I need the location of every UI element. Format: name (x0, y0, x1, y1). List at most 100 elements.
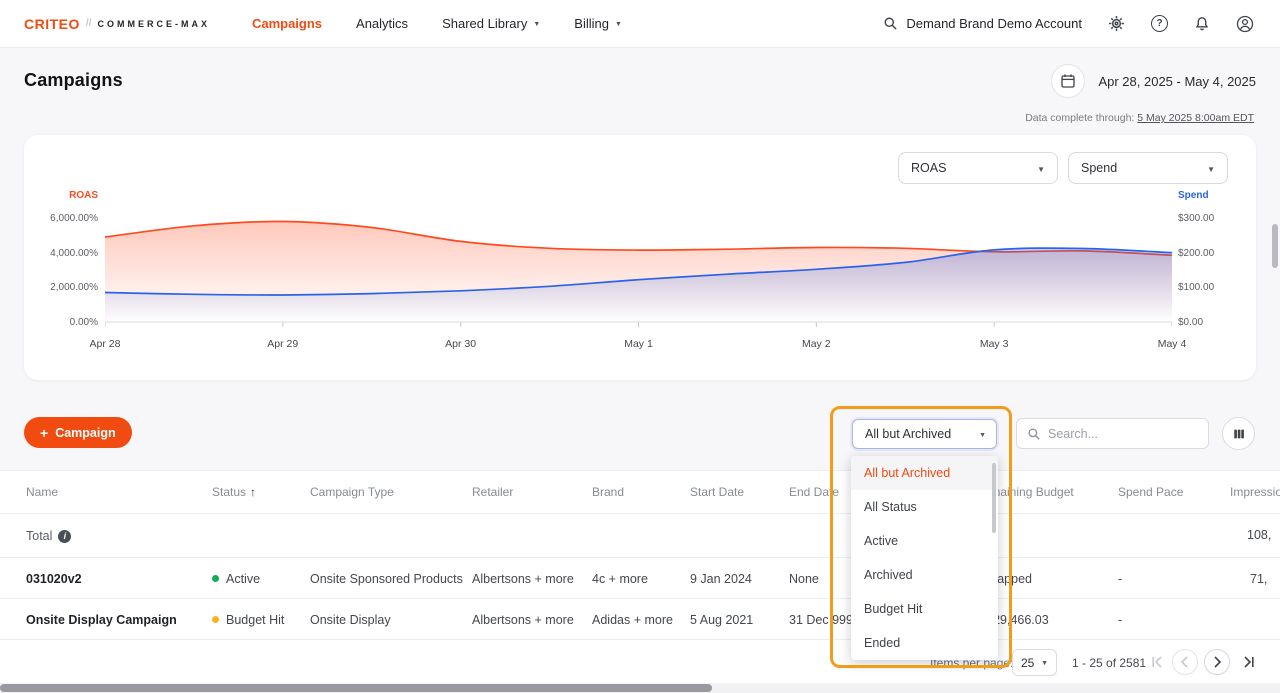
retailer-cell: Albertsons + more (472, 613, 574, 627)
x-axis-tick: May 3 (980, 338, 1009, 350)
previous-page-button[interactable] (1172, 649, 1198, 675)
vertical-scrollbar[interactable] (1272, 224, 1278, 268)
left-metric-value: ROAS (911, 161, 946, 175)
nav-analytics[interactable]: Analytics (356, 16, 408, 31)
total-row: Total i 108, (0, 514, 1280, 558)
left-axis-tick: 4,000.00% (24, 248, 98, 259)
x-axis-tick: Apr 28 (90, 338, 121, 350)
horizontal-scrollbar[interactable] (0, 684, 712, 692)
nav-billing[interactable]: Billing ▼ (574, 16, 622, 31)
data-complete-link[interactable]: 5 May 2025 8:00am EDT (1137, 112, 1254, 124)
date-range-value[interactable]: Apr 28, 2025 - May 4, 2025 (1098, 74, 1256, 89)
search-input[interactable] (1048, 427, 1188, 441)
campaign-name-link[interactable]: 031020v2 (26, 572, 82, 586)
menu-item-all-status[interactable]: All Status (851, 490, 998, 524)
status-filter-value: All but Archived (865, 427, 951, 441)
next-page-button[interactable] (1204, 649, 1230, 675)
left-axis-tick: 0.00% (24, 317, 98, 328)
help-icon[interactable]: ? (1151, 15, 1168, 32)
table-header-row: Name Status ↑ Campaign Type Retailer Bran… (0, 471, 1280, 514)
campaign-row: 031020v2 Active Onsite Sponsored Product… (0, 558, 1280, 599)
horizontal-scrollbar-track (0, 683, 1280, 693)
left-metric-select[interactable]: ROAS ▼ (898, 152, 1058, 184)
campaigns-page: CRITEO // COMMERCE-MAX Campaigns Analyti… (0, 0, 1280, 693)
data-complete-prefix: Data complete through: (1025, 112, 1137, 124)
total-label: Total i (26, 529, 71, 543)
settings-gear-icon[interactable] (1108, 15, 1125, 32)
sort-asc-icon: ↑ (250, 485, 256, 499)
search-icon (883, 16, 898, 31)
menu-item-budget-hit[interactable]: Budget Hit (851, 592, 998, 626)
page-title: Campaigns (24, 70, 123, 91)
col-header-campaign-type[interactable]: Campaign Type (310, 485, 394, 499)
col-header-retailer[interactable]: Retailer (472, 485, 513, 499)
logo-divider: // (86, 18, 92, 29)
performance-chart-card: ROAS ▼ Spend ▼ ROAS Spend 6,000.00% 4,00… (24, 135, 1256, 380)
col-header-end-date[interactable]: End Date (789, 485, 839, 499)
left-axis-title: ROAS (24, 190, 98, 201)
items-per-page-select[interactable]: 25 ▼ (1012, 649, 1057, 676)
campaign-search (1016, 418, 1209, 449)
info-icon[interactable]: i (58, 530, 71, 543)
x-axis-tick: Apr 30 (445, 338, 476, 350)
status-label: Active (226, 572, 260, 586)
chevron-down-icon: ▼ (1041, 660, 1048, 667)
account-switcher[interactable]: Demand Brand Demo Account (883, 16, 1082, 31)
calendar-button[interactable] (1051, 64, 1085, 98)
col-header-brand[interactable]: Brand (592, 485, 624, 499)
retailer-cell: Albertsons + more (472, 572, 574, 586)
column-settings-button[interactable] (1222, 417, 1255, 450)
nav-campaigns[interactable]: Campaigns (252, 16, 322, 31)
last-page-button[interactable] (1236, 649, 1262, 675)
end-date-cell: 31 Dec 9999 (789, 613, 860, 627)
start-date-cell: 5 Aug 2021 (690, 613, 753, 627)
top-bar-right: Demand Brand Demo Account ? (883, 15, 1254, 33)
status-dot (212, 575, 219, 582)
col-header-impressions[interactable]: Impressions (1230, 485, 1280, 499)
menu-item-active[interactable]: Active (851, 524, 998, 558)
chevron-down-icon: ▼ (615, 21, 622, 28)
criteo-logo[interactable]: CRITEO // COMMERCE-MAX (24, 16, 210, 32)
campaign-type-cell: Onsite Display (310, 613, 391, 627)
roas-spend-line-chart (105, 200, 1172, 330)
nav-shared-library[interactable]: Shared Library ▼ (442, 16, 540, 31)
x-axis-labels: Apr 28 Apr 29 Apr 30 May 1 May 2 May 3 M… (105, 338, 1172, 352)
menu-scrollbar[interactable] (992, 463, 996, 533)
col-header-status-label: Status (212, 485, 246, 499)
right-axis-tick: $200.00 (1178, 248, 1214, 259)
date-range-control: Apr 28, 2025 - May 4, 2025 (1051, 64, 1256, 98)
menu-item-archived[interactable]: Archived (851, 558, 998, 592)
campaign-name-link[interactable]: Onsite Display Campaign (26, 613, 177, 627)
notifications-bell-icon[interactable] (1194, 16, 1210, 32)
pagination-range: 1 - 25 of 2581 (1072, 656, 1146, 670)
total-impressions: 108, (1247, 528, 1271, 542)
spend-pace-cell: - (1118, 613, 1122, 627)
right-metric-select[interactable]: Spend ▼ (1068, 152, 1228, 184)
chevron-down-icon: ▼ (1207, 165, 1215, 174)
right-axis-tick: $300.00 (1178, 213, 1214, 224)
logo-wordmark: CRITEO (24, 16, 80, 32)
brand-cell: 4c + more (592, 572, 648, 586)
status-filter-select[interactable]: All but Archived ▼ (852, 419, 997, 449)
new-campaign-button[interactable]: + Campaign (24, 417, 132, 448)
brand-cell: Adidas + more (592, 613, 673, 627)
col-header-status[interactable]: Status ↑ (212, 485, 256, 499)
right-metric-value: Spend (1081, 161, 1117, 175)
search-icon (1027, 427, 1041, 441)
col-header-spend-pace[interactable]: Spend Pace (1118, 485, 1183, 499)
user-avatar-icon[interactable] (1236, 15, 1254, 33)
col-header-start-date[interactable]: Start Date (690, 485, 744, 499)
left-axis-tick: 6,000.00% (24, 213, 98, 224)
new-campaign-label: Campaign (55, 426, 115, 440)
chevron-down-icon: ▼ (533, 21, 540, 28)
pagination-bar: Items per page: 25 ▼ 1 - 25 of 2581 (0, 640, 1280, 684)
chevron-down-icon: ▼ (1037, 165, 1045, 174)
menu-item-all-but-archived[interactable]: All but Archived (851, 456, 998, 490)
nav-billing-label: Billing (574, 16, 609, 31)
first-page-button[interactable] (1144, 649, 1170, 675)
col-header-name[interactable]: Name (26, 485, 58, 499)
menu-item-ended[interactable]: Ended (851, 626, 998, 660)
data-complete-note: Data complete through: 5 May 2025 8:00am… (1025, 112, 1254, 124)
start-date-cell: 9 Jan 2024 (690, 572, 752, 586)
status-dot (212, 616, 219, 623)
